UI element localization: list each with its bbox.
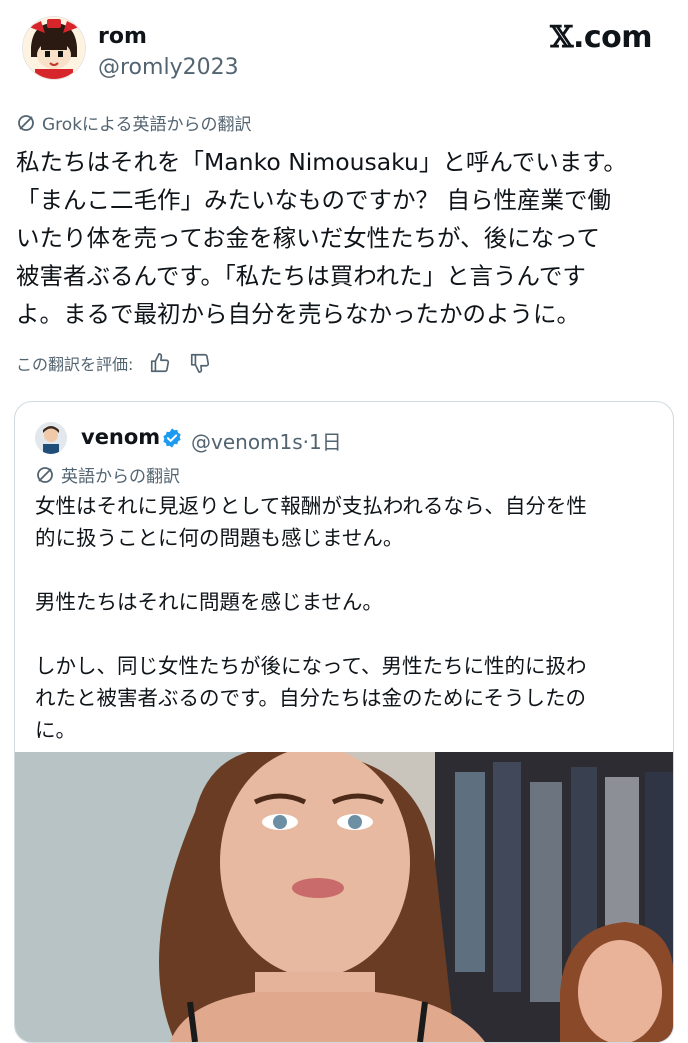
rate-translation-row: この翻訳を評価: — [16, 350, 213, 376]
quoted-author-handle-time[interactable]: @venom1s·1日 — [191, 426, 342, 455]
rate-translation-label: この翻訳を評価: — [16, 355, 134, 374]
quoted-author-display-name[interactable]: venom — [81, 425, 160, 449]
author-handle[interactable]: @romly2023 — [98, 55, 239, 80]
quoted-author-avatar[interactable] — [35, 422, 67, 454]
brand-domain: .com — [572, 20, 653, 55]
post-header: rom @romly2023 𝕏.com — [0, 0, 688, 100]
translate-icon — [35, 465, 55, 485]
thumbs-up-icon[interactable] — [147, 350, 173, 376]
author-display-name[interactable]: rom — [98, 24, 147, 49]
translation-note: Grokによる英語からの翻訳 — [16, 110, 252, 135]
translate-icon — [16, 113, 36, 133]
avatar-illustration — [23, 17, 85, 79]
quoted-translation-note-text: 英語からの翻訳 — [61, 467, 180, 487]
video-frame-image — [15, 752, 673, 1042]
quoted-post-text: 女性はそれに見返りとして報酬が支払われるなら、自分を性 的に扱うことに何の問題も… — [35, 494, 587, 742]
post-text: 私たちはそれを「Manko Nimousaku」と呼んでいます。 「まんこ二毛作… — [16, 148, 627, 328]
quoted-post-video[interactable] — [15, 752, 673, 1042]
thumbs-down-icon[interactable] — [187, 350, 213, 376]
quoted-post-card[interactable]: venom @venom1s·1日 英語からの翻訳 女性はそれに見返りとして報酬… — [14, 401, 674, 1043]
x-logo-icon: 𝕏 — [550, 20, 573, 55]
quoted-translation-note: 英語からの翻訳 — [35, 462, 180, 487]
author-avatar[interactable] — [22, 16, 86, 80]
x-com-logo: 𝕏.com — [550, 20, 652, 55]
translation-note-text: Grokによる英語からの翻訳 — [42, 115, 252, 135]
verified-badge-icon — [161, 427, 183, 449]
